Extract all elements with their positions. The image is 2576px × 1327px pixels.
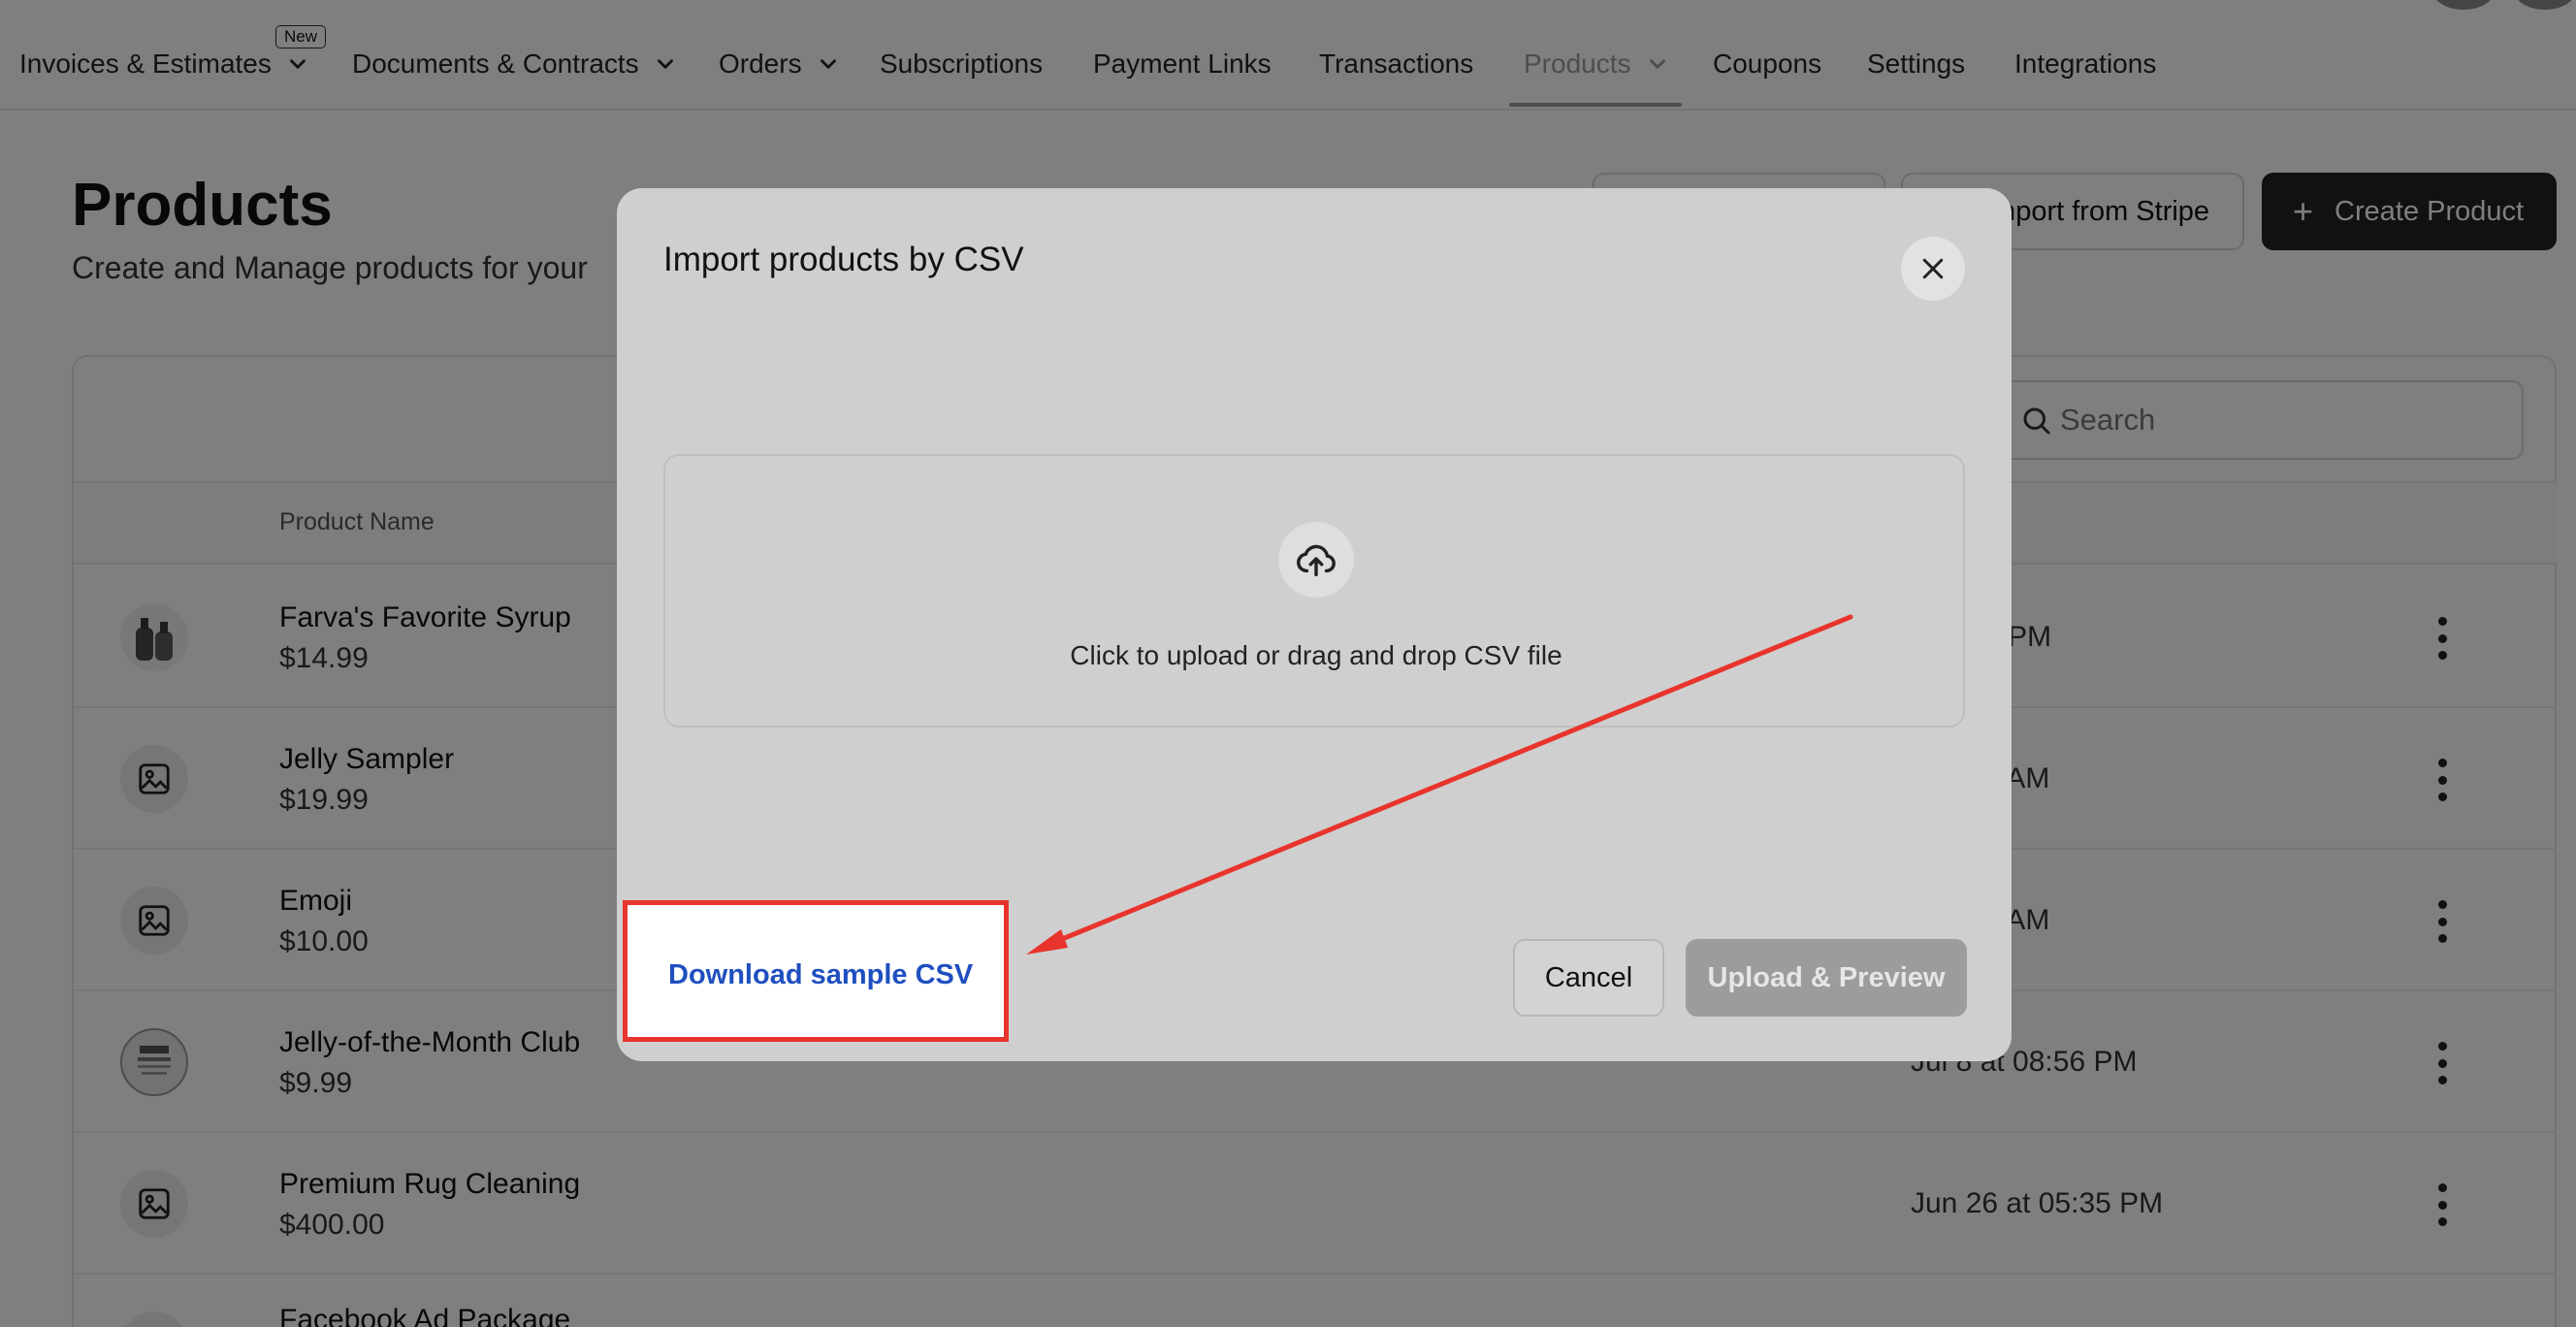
dropzone-instructions: Click to upload or drag and drop CSV fil… [1070, 640, 1562, 670]
close-button[interactable] [1901, 237, 1965, 301]
cancel-button[interactable]: Cancel [1513, 939, 1664, 1017]
csv-dropzone[interactable]: Click to upload or drag and drop CSV fil… [663, 454, 1965, 728]
annotation-highlight-box: Download sample CSV [623, 900, 1009, 1042]
download-sample-csv-link-highlighted[interactable]: Download sample CSV [668, 959, 973, 991]
modal-title: Import products by CSV [663, 241, 1024, 278]
close-icon [1922, 258, 1944, 279]
upload-preview-button[interactable]: Upload & Preview [1686, 939, 1967, 1017]
cloud-upload-icon [1278, 522, 1354, 598]
